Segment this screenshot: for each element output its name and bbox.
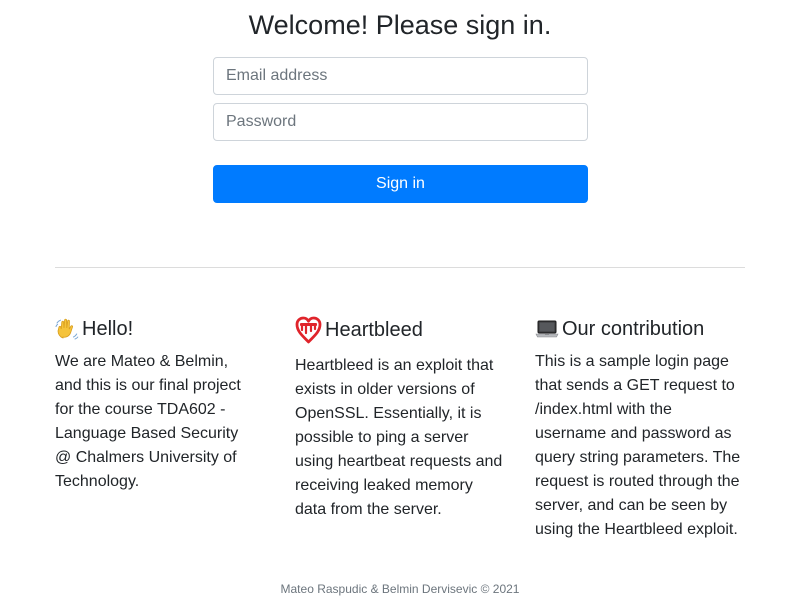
heartbleed-icon <box>295 315 322 345</box>
heartbleed-section: Heartbleed Heartbleed is an exploit that… <box>295 315 505 522</box>
login-page: Welcome! Please sign in. Sign in Hello! … <box>0 0 800 600</box>
password-field[interactable] <box>213 103 588 141</box>
hello-heading-text: Hello! <box>82 317 134 340</box>
waving-hand-icon <box>55 317 79 341</box>
divider <box>55 267 745 268</box>
footer-copyright: Mateo Raspudic & Belmin Dervisevic © 202… <box>280 582 520 596</box>
hello-text: We are Mateo & Belmin, and this is our f… <box>55 353 241 490</box>
sign-in-button[interactable]: Sign in <box>213 165 588 203</box>
heartbleed-heading: Heartbleed <box>295 316 505 344</box>
contribution-heading: Our contribution <box>535 315 745 343</box>
laptop-icon <box>535 318 559 340</box>
contribution-section: Our contribution This is a sample login … <box>535 315 745 542</box>
contribution-text: This is a sample login page that sends a… <box>535 353 741 538</box>
contribution-heading-text: Our contribution <box>562 317 705 340</box>
hello-heading: Hello! <box>55 315 255 343</box>
page-title: Welcome! Please sign in. <box>248 10 552 40</box>
heartbleed-text: Heartbleed is an exploit that exists in … <box>295 357 503 518</box>
hello-section: Hello! We are Mateo & Belmin, and this i… <box>55 315 255 494</box>
heartbleed-heading-text: Heartbleed <box>325 318 423 341</box>
email-field[interactable] <box>213 57 588 95</box>
